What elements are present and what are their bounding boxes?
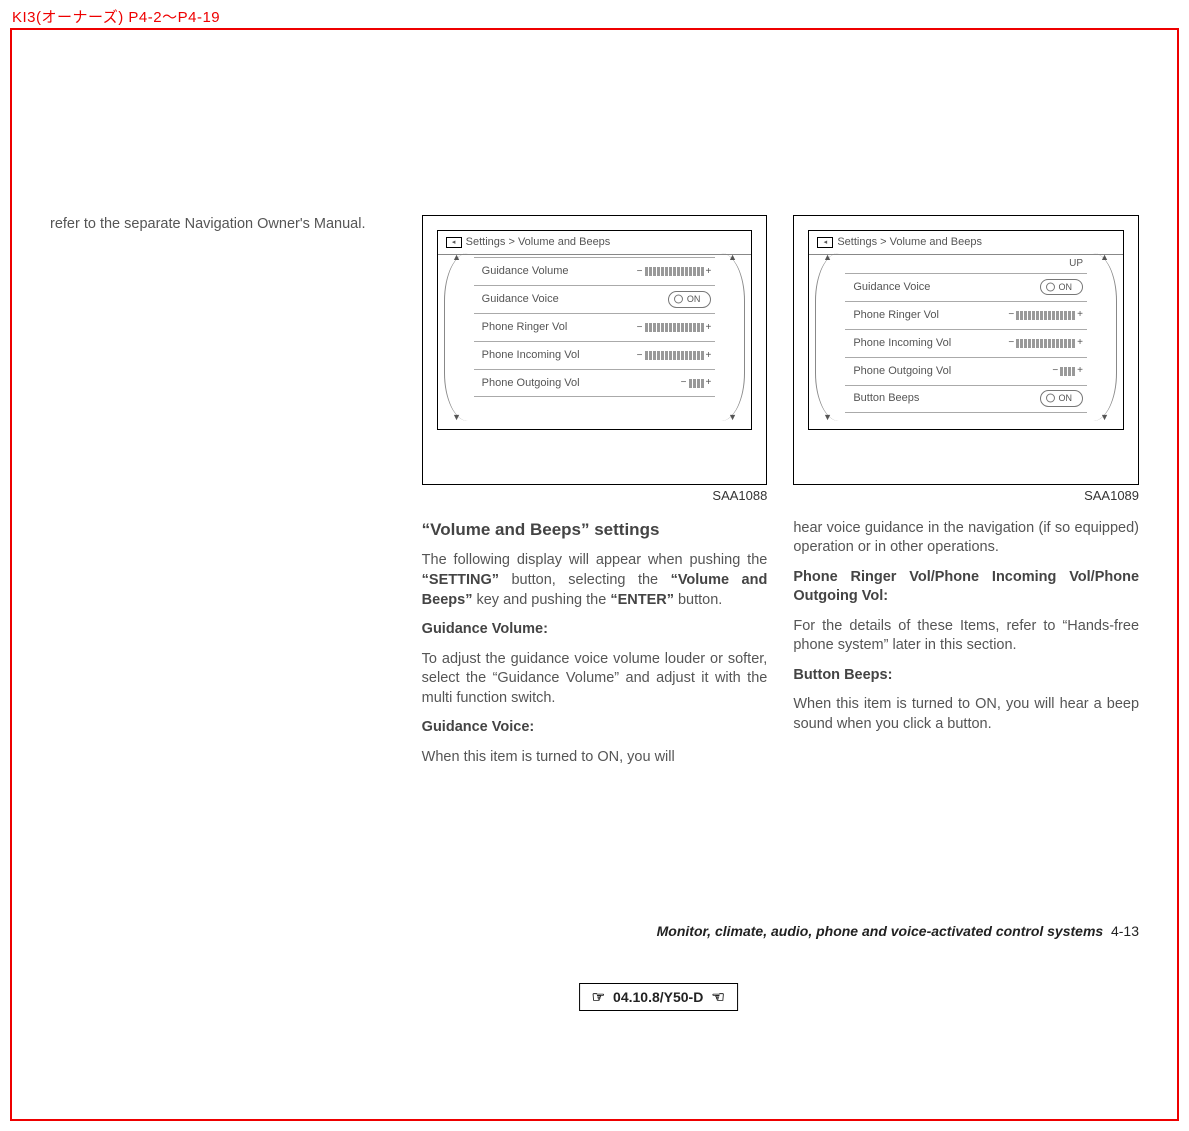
subhead-guidance-volume: Guidance Volume: [422,620,768,640]
para-button-beeps: When this item is turned to ON, you will… [793,695,1139,734]
column-left: refer to the separate Navigation Owner's… [50,215,396,778]
revision-stamp: ☞ 04.10.8/Y50-D ☜ [579,983,738,1011]
page-content: refer to the separate Navigation Owner's… [50,215,1139,1071]
para-guidance-voice-1: When this item is turned to ON, you will [422,748,768,768]
figure2-caption: SAA1089 [793,487,1139,505]
menu-row-label: Phone Incoming Vol [482,348,637,363]
on-toggle: ON [668,291,712,307]
figure1-caption: SAA1088 [422,487,768,505]
column-right: ◂ Settings > Volume and Beeps ▲ ▼ ▲ ▼ UP… [793,215,1139,778]
revision-header: KI3(オーナーズ) P4-2～P4-19 [0,0,1189,29]
menu-row-label: Phone Incoming Vol [853,336,1008,351]
arrow-down-icon: ▼ [452,411,461,423]
back-icon: ◂ [446,237,462,248]
menu-row: Phone Incoming Vol−+ [845,329,1087,357]
screen1-header: ◂ Settings > Volume and Beeps [438,231,752,255]
on-toggle: ON [1040,279,1084,295]
menu-row: Guidance Volume−+ [474,257,716,285]
up-label: UP [845,257,1087,271]
menu-row: Phone Outgoing Vol−+ [845,357,1087,385]
page-number: 4-13 [1107,923,1139,939]
menu-row-label: Phone Outgoing Vol [853,364,1052,379]
scroll-curve-right: ▲ ▼ [1093,253,1117,421]
stamp-text: 04.10.8/Y50-D [613,989,703,1005]
volume-slider: −+ [681,376,712,390]
subhead-phone-vols: Phone Ringer Vol/Phone Incoming Vol/Phon… [793,568,1139,607]
para-guidance-volume: To adjust the guidance voice volume loud… [422,650,768,709]
screen2-breadcrumb: Settings > Volume and Beeps [837,235,982,250]
on-toggle: ON [1040,390,1084,406]
arrow-down-icon: ▼ [1100,411,1109,423]
menu-row-label: Guidance Volume [482,264,637,279]
column-center: ◂ Settings > Volume and Beeps ▲ ▼ ▲ ▼ Gu… [422,215,768,778]
hand-right-icon: ☞ [592,988,605,1006]
volume-slider: −+ [1052,364,1083,378]
menu-row-label: Guidance Voice [482,292,668,307]
menu-row: Phone Incoming Vol−+ [474,341,716,369]
para-guidance-voice-2: hear voice guidance in the navigation (i… [793,519,1139,558]
volume-slider: −+ [637,321,712,335]
arrow-up-icon: ▲ [823,251,832,263]
paragraph-intro: The following display will appear when p… [422,551,768,610]
arrow-down-icon: ▼ [823,411,832,423]
figure-2: ◂ Settings > Volume and Beeps ▲ ▼ ▲ ▼ UP… [793,215,1139,485]
back-icon: ◂ [817,237,833,248]
volume-slider: −+ [637,349,712,363]
page-footer: Monitor, climate, audio, phone and voice… [657,923,1139,939]
arrow-up-icon: ▲ [1100,251,1109,263]
screen2-header: ◂ Settings > Volume and Beeps [809,231,1123,255]
menu-row: Button BeepsON [845,385,1087,413]
figure-1: ◂ Settings > Volume and Beeps ▲ ▼ ▲ ▼ Gu… [422,215,768,485]
screen1-rows: Guidance Volume−+Guidance VoiceONPhone R… [474,257,716,397]
screen2-rows: UP Guidance VoiceONPhone Ringer Vol−+Pho… [845,257,1087,413]
menu-row: Guidance VoiceON [474,285,716,313]
arrow-down-icon: ▼ [728,411,737,423]
hand-left-icon: ☜ [711,988,724,1006]
scroll-curve-left: ▲ ▼ [815,253,839,421]
section-heading: “Volume and Beeps” settings [422,519,768,542]
menu-row: Phone Outgoing Vol−+ [474,369,716,397]
volume-slider: −+ [1008,336,1083,350]
scroll-curve-right: ▲ ▼ [721,253,745,421]
menu-row-label: Button Beeps [853,391,1039,406]
screen-2: ◂ Settings > Volume and Beeps ▲ ▼ ▲ ▼ UP… [808,230,1124,430]
menu-row-label: Guidance Voice [853,280,1039,295]
arrow-up-icon: ▲ [728,251,737,263]
screen-1: ◂ Settings > Volume and Beeps ▲ ▼ ▲ ▼ Gu… [437,230,753,430]
menu-row-label: Phone Ringer Vol [853,308,1008,323]
menu-row: Phone Ringer Vol−+ [845,301,1087,329]
scroll-curve-left: ▲ ▼ [444,253,468,421]
section-title: Monitor, climate, audio, phone and voice… [657,923,1104,939]
arrow-up-icon: ▲ [452,251,461,263]
para-phone-vols: For the details of these Items, refer to… [793,617,1139,656]
intro-text: refer to the separate Navigation Owner's… [50,215,396,235]
volume-slider: −+ [1008,308,1083,322]
menu-row-label: Phone Ringer Vol [482,320,637,335]
screen1-breadcrumb: Settings > Volume and Beeps [466,235,611,250]
menu-row: Guidance VoiceON [845,273,1087,301]
volume-slider: −+ [637,265,712,279]
menu-row: Phone Ringer Vol−+ [474,313,716,341]
menu-row-label: Phone Outgoing Vol [482,376,681,391]
subhead-guidance-voice: Guidance Voice: [422,718,768,738]
subhead-button-beeps: Button Beeps: [793,666,1139,686]
